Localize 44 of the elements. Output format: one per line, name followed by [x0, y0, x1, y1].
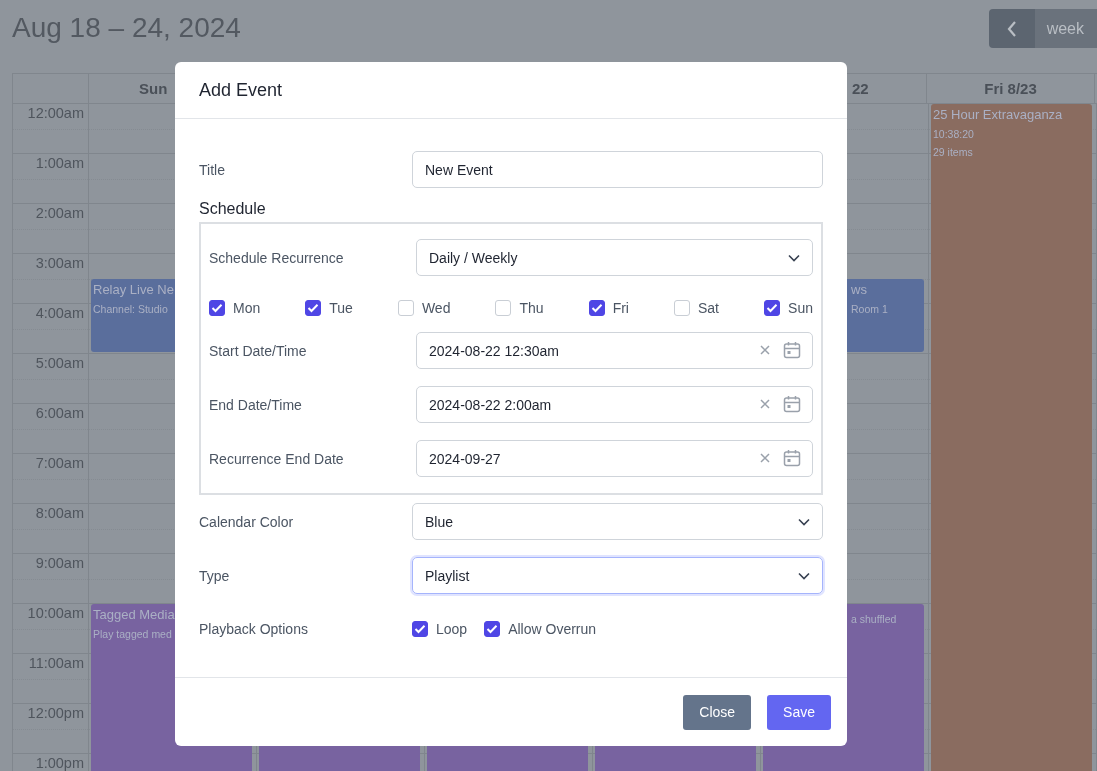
field-label: Schedule Recurrence — [209, 249, 345, 266]
field-label: Type — [199, 567, 231, 584]
event-title: ws — [851, 282, 867, 297]
field-label: End Date/Time — [209, 396, 303, 413]
event-detail: Room 1 — [851, 303, 888, 315]
checkbox-label: Tue — [329, 300, 353, 316]
checkbox-label: Thu — [519, 300, 544, 316]
event-title: Tagged Media — [93, 607, 175, 622]
field-label: Title — [199, 161, 226, 178]
checkbox-label: Allow Overrun — [508, 620, 597, 637]
time-label: 7:00am — [35, 456, 84, 471]
field-label: Recurrence End Date — [209, 450, 345, 467]
checkbox-label: Loop — [436, 620, 468, 637]
event-detail: 10:38:20 — [933, 128, 974, 140]
dialog-title: Add Event — [199, 79, 283, 101]
date-range-title: Aug 18 – 24, 2024 — [12, 12, 241, 44]
time-label: 2:00am — [35, 206, 84, 221]
event-detail: 29 items — [933, 146, 973, 158]
day-header: Fri 8/23 — [984, 80, 1037, 97]
event-detail: a shuffled — [851, 613, 897, 625]
time-label: 9:00am — [35, 556, 84, 571]
time-label: 3:00am — [35, 256, 84, 271]
day-header: Sun — [139, 80, 168, 97]
time-label: 4:00am — [35, 306, 84, 321]
time-label: 10:00am — [27, 606, 84, 621]
event-detail: Play tagged med — [93, 628, 172, 640]
time-label: 8:00am — [35, 506, 84, 521]
event-title: Relay Live Ne — [93, 282, 174, 297]
checkbox-label: Fri — [612, 300, 629, 316]
time-label: 5:00am — [35, 356, 84, 371]
time-label: 1:00pm — [35, 756, 84, 771]
section-heading: Schedule — [199, 200, 267, 218]
time-label: 11:00am — [28, 656, 84, 671]
checkbox-label: Wed — [421, 300, 451, 316]
event-title: 25 Hour Extravaganza — [933, 107, 1063, 122]
field-label: Calendar Color — [199, 513, 295, 530]
event-detail: Channel: Studio — [93, 303, 168, 315]
checkbox-label: Sat — [698, 300, 719, 316]
time-label: 12:00am — [27, 106, 84, 121]
time-label: 12:00pm — [27, 706, 84, 721]
day-header: 22 — [852, 80, 869, 97]
time-label: 1:00am — [35, 156, 84, 171]
time-label: 6:00am — [35, 406, 84, 421]
checkbox-label: Sun — [788, 300, 813, 316]
